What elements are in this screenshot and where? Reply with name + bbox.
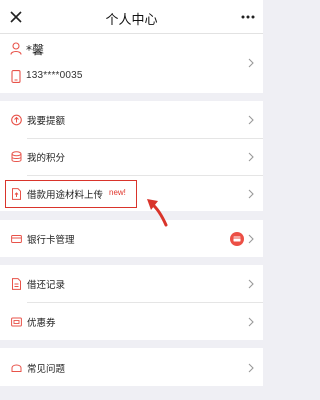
user-phone: 133****0035 bbox=[26, 70, 83, 81]
chevron-right-icon bbox=[248, 152, 254, 162]
records-icon bbox=[12, 278, 21, 290]
close-icon[interactable] bbox=[6, 7, 26, 27]
coupon-icon bbox=[11, 317, 22, 327]
top-nav-bar: 个人中心 bbox=[0, 0, 263, 34]
menu-label: 我的积分 bbox=[27, 153, 66, 164]
user-name: *馨 bbox=[26, 43, 45, 57]
menu-item-upload-materials[interactable]: 借款用途材料上传 new! bbox=[0, 175, 263, 211]
menu-item-raise-limit[interactable]: 我要提额 bbox=[0, 101, 263, 138]
profile-card[interactable]: *馨 133****0035 bbox=[0, 34, 263, 93]
coins-icon bbox=[11, 151, 22, 162]
menu-item-faq[interactable]: 常见问题 bbox=[0, 349, 263, 386]
menu-label: 优惠券 bbox=[27, 318, 56, 329]
chevron-right-icon bbox=[248, 279, 254, 289]
chevron-right-icon bbox=[248, 58, 254, 68]
menu-item-records[interactable]: 借还记录 bbox=[0, 265, 263, 302]
chevron-right-icon bbox=[248, 234, 254, 244]
card-badge-icon bbox=[230, 232, 244, 246]
menu-item-coupons[interactable]: 优惠券 bbox=[0, 303, 263, 340]
chevron-right-icon bbox=[248, 189, 254, 199]
menu-label: 常见问题 bbox=[27, 364, 66, 375]
menu-label: 我要提额 bbox=[27, 116, 66, 127]
more-dots-icon[interactable] bbox=[240, 10, 256, 24]
question-icon bbox=[11, 364, 22, 372]
menu-item-bank-card[interactable]: 银行卡管理 bbox=[0, 220, 263, 257]
chevron-right-icon bbox=[248, 115, 254, 125]
menu-section-cards: 银行卡管理 bbox=[0, 220, 263, 257]
user-icon bbox=[10, 42, 22, 55]
menu-section-records: 借还记录 优惠券 bbox=[0, 265, 263, 340]
chevron-right-icon bbox=[248, 363, 254, 373]
document-upload-icon bbox=[12, 188, 21, 200]
limit-up-icon bbox=[11, 114, 22, 126]
new-badge: new! bbox=[109, 188, 126, 197]
menu-label: 借还记录 bbox=[27, 280, 66, 291]
menu-section-account: 我要提额 我的积分 借款用途材料上传 new! bbox=[0, 101, 263, 211]
menu-section-help: 常见问题 bbox=[0, 348, 263, 386]
page-title: 个人中心 bbox=[105, 13, 158, 28]
menu-item-points[interactable]: 我的积分 bbox=[0, 138, 263, 175]
phone-icon bbox=[11, 70, 21, 83]
menu-label: 借款用途材料上传 bbox=[27, 190, 104, 201]
bank-card-icon bbox=[11, 235, 22, 243]
menu-label: 银行卡管理 bbox=[27, 235, 75, 246]
chevron-right-icon bbox=[248, 317, 254, 327]
